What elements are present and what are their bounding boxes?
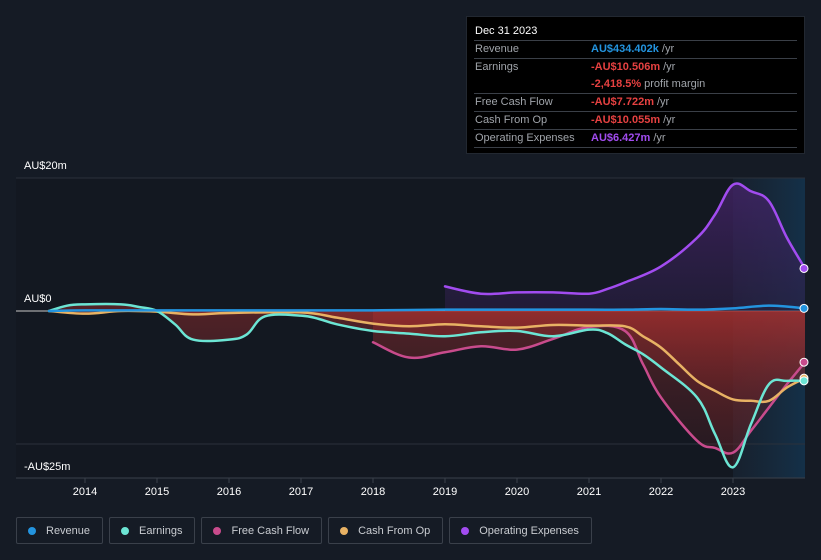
legend-dot-icon xyxy=(121,526,130,535)
x-tick-label: 2019 xyxy=(433,486,457,498)
tooltip-row-profit-margin: -2,418.5% profit margin xyxy=(474,76,797,94)
legend-item-earnings[interactable]: Earnings xyxy=(109,517,196,544)
tooltip-unit: /yr xyxy=(663,114,676,126)
legend-item-cash-from-op[interactable]: Cash From Op xyxy=(328,517,444,544)
legend-label: Operating Expenses xyxy=(479,524,579,537)
x-tick-label: 2018 xyxy=(361,486,385,498)
tooltip-value: AU$434.402k xyxy=(591,43,659,55)
legend-label: Free Cash Flow xyxy=(231,524,310,537)
tooltip-value: -AU$10.055m xyxy=(591,114,661,126)
x-tick-label: 2017 xyxy=(289,486,313,498)
tooltip-unit: /yr xyxy=(656,96,670,108)
legend-label: Earnings xyxy=(139,524,183,537)
endpoint-revenue xyxy=(799,303,809,313)
tooltip-unit: /yr xyxy=(653,132,666,144)
chart-legend: Revenue Earnings Free Cash Flow Cash Fro… xyxy=(16,517,592,544)
tooltip-unit: /yr xyxy=(663,61,676,73)
x-tick-label: 2016 xyxy=(217,486,241,498)
endpoint-earnings xyxy=(799,376,809,386)
legend-item-operating-expenses[interactable]: Operating Expenses xyxy=(449,517,592,544)
tooltip-row-cash-from-op: Cash From Op -AU$10.055m /yr xyxy=(474,112,797,130)
tooltip-date: Dec 31 2023 xyxy=(474,23,797,41)
tooltip-value: AU$6.427m xyxy=(591,132,651,144)
tooltip-row-earnings: Earnings -AU$10.506m /yr xyxy=(474,59,797,76)
tooltip-label: Operating Expenses xyxy=(475,132,575,144)
tooltip-row-operating-expenses: Operating Expenses AU$6.427m /yr xyxy=(474,130,797,148)
endpoint-operating-expenses xyxy=(799,263,809,273)
tooltip-row-revenue: Revenue AU$434.402k /yr xyxy=(474,41,797,59)
legend-item-revenue[interactable]: Revenue xyxy=(16,517,104,544)
legend-dot-icon xyxy=(461,526,470,535)
tooltip-value: -2,418.5% xyxy=(591,78,642,90)
tooltip-label: Revenue xyxy=(475,43,520,55)
tooltip-row-free-cash-flow: Free Cash Flow -AU$7.722m /yr xyxy=(474,94,797,112)
tooltip-label: Free Cash Flow xyxy=(475,96,553,108)
x-tick-label: 2014 xyxy=(73,486,97,498)
legend-dot-icon xyxy=(213,526,222,535)
x-tick-label: 2020 xyxy=(505,486,529,498)
x-tick-label: 2021 xyxy=(577,486,601,498)
tooltip-label xyxy=(474,76,591,93)
legend-dot-icon xyxy=(28,526,36,535)
tooltip-unit: /yr xyxy=(661,43,675,55)
legend-label: Cash From Op xyxy=(358,524,431,537)
y-tick-label: AU$20m xyxy=(24,160,67,172)
x-tick-label: 2022 xyxy=(649,486,673,498)
y-tick-label: AU$0 xyxy=(24,293,52,305)
tooltip-label: Cash From Op xyxy=(475,114,548,126)
tooltip-label: Earnings xyxy=(475,61,519,73)
x-tick-label: 2023 xyxy=(721,486,745,498)
x-tick-label: 2015 xyxy=(145,486,169,498)
y-tick-label: -AU$25m xyxy=(24,461,70,473)
tooltip-value: -AU$7.722m xyxy=(591,96,654,108)
legend-label: Revenue xyxy=(46,524,91,537)
tooltip-unit: profit margin xyxy=(644,78,706,90)
legend-item-free-cash-flow[interactable]: Free Cash Flow xyxy=(201,517,323,544)
legend-dot-icon xyxy=(340,526,349,535)
tooltip-value: -AU$10.506m xyxy=(591,61,661,73)
tooltip-panel: Dec 31 2023 Revenue AU$434.402k /yr Earn… xyxy=(466,16,805,154)
endpoint-free-cash-flow xyxy=(799,357,809,367)
